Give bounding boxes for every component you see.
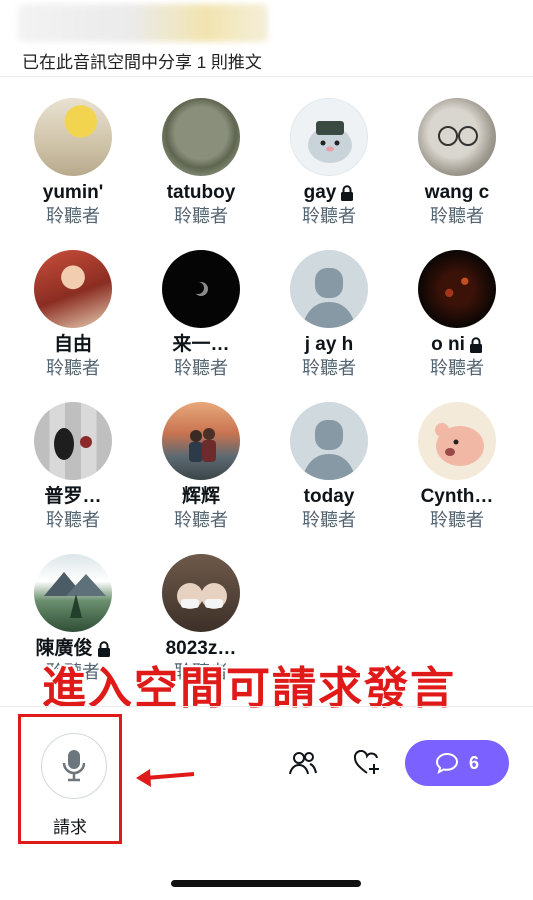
listener-name: yumin' [42, 182, 104, 203]
participants-button[interactable] [286, 746, 320, 780]
listener-name: 普罗… [44, 486, 102, 507]
penguin-icon [54, 428, 92, 460]
listener-name: Cynth… [420, 486, 494, 507]
listener-item[interactable]: tatuboy 聆聽者 [136, 98, 266, 227]
listener-role: 聆聽者 [174, 206, 228, 226]
left-arrow-icon [136, 769, 195, 787]
people-icon [289, 752, 317, 775]
listener-name: wang c [424, 182, 490, 203]
avatar [418, 98, 496, 176]
listener-item[interactable]: today 聆聽者 [264, 402, 394, 531]
react-button[interactable] [350, 746, 384, 780]
listener-name: today [303, 486, 355, 507]
default-user-icon [302, 268, 356, 328]
home-indicator[interactable] [171, 880, 361, 887]
comments-button[interactable]: 6 [405, 740, 509, 786]
hamster-cartoon-icon [435, 423, 484, 466]
moon-icon [192, 282, 208, 296]
listener-role: 聆聽者 [302, 510, 356, 530]
heart-plus-icon [353, 750, 379, 774]
avatar [418, 402, 496, 480]
listener-name: o ni [392, 334, 522, 356]
avatar [290, 98, 368, 176]
default-user-icon [302, 420, 356, 480]
listener-name: 自由 [53, 334, 92, 355]
listener-role: 聆聽者 [174, 358, 228, 378]
listener-item[interactable]: yumin' 聆聽者 [8, 98, 138, 227]
blurred-header-content [18, 4, 268, 42]
listener-item[interactable]: 来一… 聆聽者 [136, 250, 266, 379]
chat-bubble-icon [435, 752, 458, 774]
avatar [290, 402, 368, 480]
microphone-icon [62, 750, 86, 782]
avatar [34, 98, 112, 176]
mountain-landscape-icon [44, 572, 106, 618]
request-speak-button[interactable] [41, 733, 107, 799]
request-highlight-box: 請求 [18, 714, 122, 844]
listener-role: 聆聽者 [174, 510, 228, 530]
two-people-masks-icon [177, 583, 227, 609]
glasses-sketch-icon [438, 126, 478, 146]
divider [0, 706, 533, 707]
avatar [162, 554, 240, 632]
listener-item[interactable]: j ay h 聆聽者 [264, 250, 394, 379]
avatar [34, 554, 112, 632]
listener-item[interactable]: gay 聆聽者 [264, 98, 394, 227]
listener-item[interactable]: wang c 聆聽者 [392, 98, 522, 227]
listener-role: 聆聽者 [430, 206, 484, 226]
lock-icon [341, 185, 354, 201]
request-label: 請求 [53, 818, 87, 837]
listener-name: tatuboy [166, 182, 236, 203]
avatar [162, 402, 240, 480]
avatar [418, 250, 496, 328]
couple-illustration-icon [189, 428, 216, 462]
listener-role: 聆聽者 [430, 358, 484, 378]
listener-item[interactable]: 辉辉 聆聽者 [136, 402, 266, 531]
listener-item[interactable]: Cynth… 聆聽者 [392, 402, 522, 531]
comment-count: 6 [468, 752, 479, 773]
seal-cartoon-icon [308, 121, 352, 163]
listener-role: 聆聽者 [302, 358, 356, 378]
divider [0, 76, 533, 77]
listener-role: 聆聽者 [46, 206, 100, 226]
listener-item[interactable]: 自由 聆聽者 [8, 250, 138, 379]
listener-name: 来一… [172, 334, 230, 355]
shared-tweet-notice[interactable]: 已在此音訊空間中分享 1 則推文 [22, 48, 262, 73]
listener-role: 聆聽者 [46, 358, 100, 378]
avatar [162, 98, 240, 176]
avatar [162, 250, 240, 328]
listener-role: 聆聽者 [302, 206, 356, 226]
listener-name: 辉辉 [181, 486, 220, 507]
listener-item[interactable]: o ni 聆聽者 [392, 250, 522, 379]
avatar [290, 250, 368, 328]
lock-icon [469, 337, 482, 353]
listener-role: 聆聽者 [430, 510, 484, 530]
listener-name: j ay h [304, 334, 354, 355]
listener-item[interactable]: 普罗… 聆聽者 [8, 402, 138, 531]
avatar [34, 402, 112, 480]
listener-role: 聆聽者 [46, 510, 100, 530]
avatar [34, 250, 112, 328]
listener-name: gay [264, 182, 394, 204]
